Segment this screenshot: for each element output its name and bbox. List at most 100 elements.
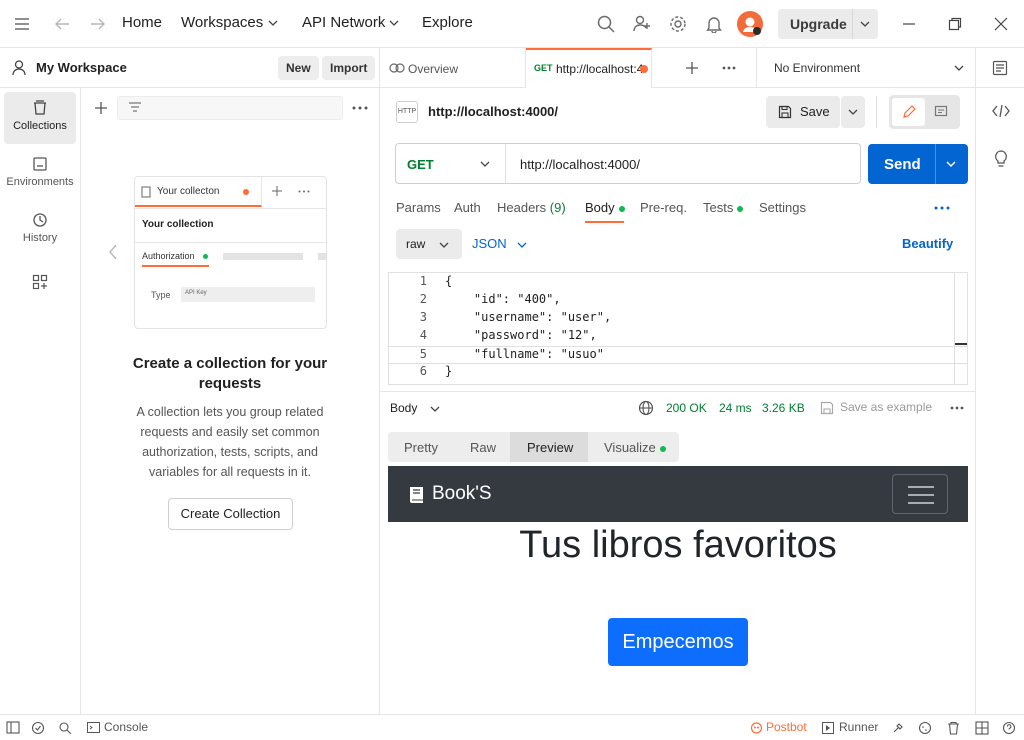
find-icon[interactable]	[58, 721, 72, 735]
method-select[interactable]: GET	[396, 144, 506, 183]
code-icon[interactable]	[992, 104, 1010, 118]
response-status[interactable]: 200 OK	[666, 401, 707, 415]
cookies-icon[interactable]	[918, 721, 932, 735]
response-size[interactable]: 3.26 KB	[762, 401, 805, 415]
code-line: 1{	[419, 274, 453, 288]
settings-gear-icon[interactable]	[666, 12, 690, 36]
edit-mode-button[interactable]	[892, 98, 925, 126]
request-url-bar: GET http://localhost:4000/	[395, 143, 861, 184]
chevron-down-icon[interactable]	[860, 20, 870, 28]
sidebar-item-collections[interactable]: Collections	[4, 92, 76, 144]
import-button[interactable]: Import	[322, 56, 376, 80]
preview-tab: Your collecton	[135, 177, 262, 207]
tab-raw[interactable]: Raw	[470, 440, 496, 455]
sidebar-item-history[interactable]: History	[4, 204, 76, 256]
save-options-dropdown[interactable]	[841, 96, 865, 128]
filter-icon	[129, 102, 141, 112]
url-input[interactable]: http://localhost:4000/	[520, 157, 640, 172]
tab-pretty[interactable]: Pretty	[404, 440, 438, 455]
layout-grid-icon[interactable]	[975, 721, 989, 735]
chevron-left-icon[interactable]	[108, 244, 118, 260]
more-tabs-icon[interactable]	[722, 66, 736, 70]
save-disk-icon	[820, 401, 834, 415]
editor-scrollbar[interactable]	[955, 343, 967, 345]
sidebar-item-label: Environments	[6, 176, 74, 188]
sidebar-item-environments[interactable]: Environments	[4, 148, 76, 200]
chevron-down-icon	[430, 406, 440, 412]
search-icon[interactable]	[594, 12, 618, 36]
runner-button[interactable]: Runner	[822, 719, 882, 737]
save-button[interactable]: Save	[766, 96, 840, 128]
sidebar-item-configure[interactable]	[4, 266, 76, 306]
upgrade-button[interactable]: Upgrade	[778, 9, 878, 39]
preview-headline: Tus libros favoritos	[519, 524, 837, 566]
trash-icon[interactable]	[947, 721, 960, 735]
toggle-sidebar-icon[interactable]	[6, 721, 20, 734]
chevron-down-icon[interactable]	[946, 160, 956, 168]
nav-explore[interactable]: Explore	[422, 14, 473, 31]
more-options-icon[interactable]	[934, 206, 950, 210]
add-collection-icon[interactable]	[94, 101, 108, 115]
help-icon[interactable]	[1002, 721, 1016, 735]
capture-requests-icon[interactable]	[891, 721, 905, 735]
book-icon	[410, 487, 423, 503]
online-status-icon[interactable]	[31, 721, 45, 735]
code-line: 3 "username": "user",	[419, 310, 612, 324]
workspace-header: My Workspace New Import	[0, 48, 380, 88]
workspace-title[interactable]: My Workspace	[36, 60, 127, 75]
body-editor[interactable]: 1{ 2 "id": "400", 3 "username": "user", …	[388, 272, 968, 385]
comments-icon[interactable]	[934, 105, 948, 119]
tab-visualize[interactable]: Visualize	[604, 440, 666, 455]
more-options-icon[interactable]	[352, 106, 368, 110]
more-options-icon[interactable]	[950, 406, 964, 410]
forward-arrow-icon[interactable]	[86, 12, 110, 36]
body-mode-select[interactable]: raw	[396, 229, 462, 259]
new-button[interactable]: New	[278, 56, 319, 80]
status-bar: Console Postbot Runner	[0, 714, 1024, 740]
preview-cta-button[interactable]: Empecemos	[608, 618, 748, 666]
tab-body[interactable]: Body	[585, 200, 625, 215]
create-collection-button[interactable]: Create Collection	[168, 498, 293, 530]
environment-selector[interactable]: No Environment	[764, 48, 970, 88]
restore-window-icon[interactable]	[943, 12, 967, 36]
postbot-button[interactable]: Postbot	[750, 719, 810, 737]
notifications-bell-icon[interactable]	[702, 12, 726, 36]
body-format-select[interactable]: JSON	[472, 229, 532, 259]
tab-params[interactable]: Params	[396, 200, 441, 215]
unsaved-dot	[640, 65, 648, 73]
save-as-example-button[interactable]: Save as example	[818, 398, 940, 418]
response-time[interactable]: 24 ms	[719, 401, 752, 415]
beautify-button[interactable]: Beautify	[902, 236, 953, 251]
hamburger-menu-icon[interactable]	[10, 12, 34, 36]
nav-workspaces[interactable]: Workspaces	[181, 14, 263, 31]
response-section-select[interactable]: Body	[390, 398, 450, 418]
preview-brand[interactable]: Book'S	[432, 483, 492, 505]
navbar-toggler-button[interactable]	[892, 474, 948, 514]
tab-tests[interactable]: Tests	[703, 200, 744, 215]
nav-api-network[interactable]: API Network	[302, 14, 385, 31]
empty-state-heading: Create a collection for your requests	[132, 355, 328, 392]
document-icon	[141, 186, 151, 198]
invite-user-icon[interactable]	[630, 12, 654, 36]
tab-overview[interactable]: Overview	[380, 48, 526, 88]
history-icon	[33, 213, 47, 227]
send-button[interactable]: Send	[868, 144, 968, 184]
lightbulb-icon[interactable]	[993, 150, 1009, 168]
back-arrow-icon[interactable]	[50, 12, 74, 36]
tab-headers[interactable]: Headers (9)	[497, 200, 566, 215]
environment-quick-look-icon[interactable]	[992, 60, 1008, 76]
empty-state-description: A collection lets you group related requ…	[136, 405, 324, 479]
request-title[interactable]: http://localhost:4000/	[428, 104, 558, 119]
globe-icon[interactable]	[638, 400, 654, 416]
new-tab-plus-icon[interactable]	[685, 61, 699, 75]
tab-active-request[interactable]: GET http://localhost:4(	[526, 48, 652, 88]
tab-auth[interactable]: Auth	[454, 200, 481, 215]
nav-home[interactable]: Home	[122, 14, 162, 31]
minimize-window-icon[interactable]	[897, 12, 921, 36]
tab-pre-request[interactable]: Pre-req.	[640, 200, 687, 215]
close-window-icon[interactable]	[989, 12, 1013, 36]
tab-preview[interactable]: Preview	[510, 432, 588, 462]
tab-settings[interactable]: Settings	[759, 200, 806, 215]
collections-search-input[interactable]	[117, 96, 343, 120]
avatar[interactable]	[737, 11, 763, 37]
